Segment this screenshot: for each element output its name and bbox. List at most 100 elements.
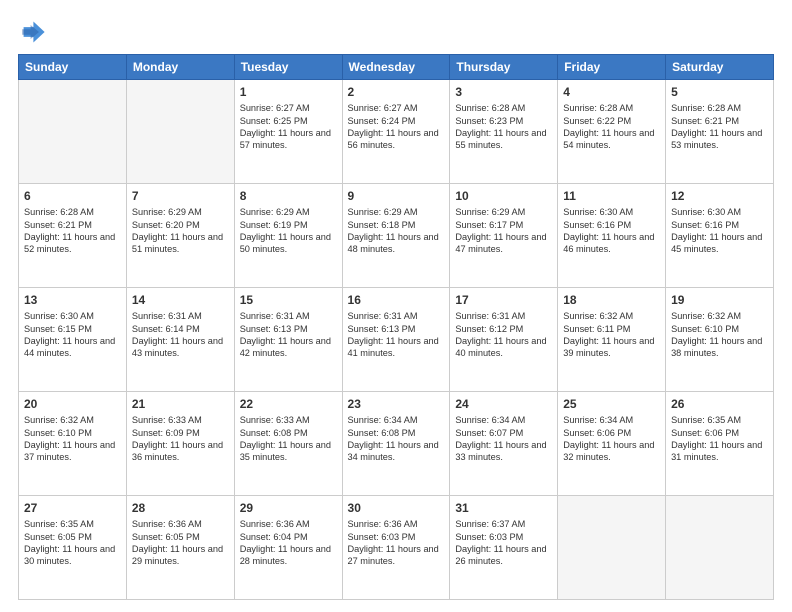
calendar-cell: 2 Sunrise: 6:27 AMSunset: 6:24 PMDaylight… xyxy=(342,80,450,184)
day-number: 19 xyxy=(671,292,768,308)
calendar-cell: 13 Sunrise: 6:30 AMSunset: 6:15 PMDayligh… xyxy=(19,288,127,392)
calendar-week-1: 1Sunrise: 6:27 AMSunset: 6:25 PMDaylight… xyxy=(19,80,774,184)
calendar-cell: 11 Sunrise: 6:30 AMSunset: 6:16 PMDayligh… xyxy=(558,184,666,288)
day-number: 16 xyxy=(348,292,445,308)
day-number: 26 xyxy=(671,396,768,412)
day-info: Sunrise: 6:29 AMSunset: 6:17 PMDaylight:… xyxy=(455,206,552,256)
day-number: 14 xyxy=(132,292,229,308)
day-info: Sunrise: 6:35 AMSunset: 6:06 PMDaylight:… xyxy=(671,414,768,464)
calendar-cell: 7 Sunrise: 6:29 AMSunset: 6:20 PMDaylight… xyxy=(126,184,234,288)
calendar-cell xyxy=(126,80,234,184)
calendar-week-2: 6 Sunrise: 6:28 AMSunset: 6:21 PMDaylight… xyxy=(19,184,774,288)
day-info: Sunrise: 6:35 AMSunset: 6:05 PMDaylight:… xyxy=(24,518,121,568)
day-info: Sunrise: 6:30 AMSunset: 6:15 PMDaylight:… xyxy=(24,310,121,360)
day-info: Sunrise: 6:34 AMSunset: 6:06 PMDaylight:… xyxy=(563,414,660,464)
day-info: Sunrise: 6:29 AMSunset: 6:20 PMDaylight:… xyxy=(132,206,229,256)
weekday-header-thursday: Thursday xyxy=(450,55,558,80)
day-info: Sunrise: 6:31 AMSunset: 6:13 PMDaylight:… xyxy=(240,310,337,360)
day-number: 6 xyxy=(24,188,121,204)
day-number: 29 xyxy=(240,500,337,516)
day-info: Sunrise: 6:31 AMSunset: 6:12 PMDaylight:… xyxy=(455,310,552,360)
calendar-week-5: 27 Sunrise: 6:35 AMSunset: 6:05 PMDayligh… xyxy=(19,496,774,600)
day-info: Sunrise: 6:30 AMSunset: 6:16 PMDaylight:… xyxy=(671,206,768,256)
calendar-cell: 31 Sunrise: 6:37 AMSunset: 6:03 PMDayligh… xyxy=(450,496,558,600)
logo xyxy=(18,18,50,46)
day-info: Sunrise: 6:36 AMSunset: 6:05 PMDaylight:… xyxy=(132,518,229,568)
calendar-cell: 27 Sunrise: 6:35 AMSunset: 6:05 PMDayligh… xyxy=(19,496,127,600)
calendar-cell: 18 Sunrise: 6:32 AMSunset: 6:11 PMDayligh… xyxy=(558,288,666,392)
day-info: Sunrise: 6:28 AMSunset: 6:21 PMDaylight:… xyxy=(24,206,121,256)
day-number: 13 xyxy=(24,292,121,308)
day-number: 8 xyxy=(240,188,337,204)
day-number: 1 xyxy=(240,84,337,100)
day-number: 25 xyxy=(563,396,660,412)
day-info: Sunrise: 6:30 AMSunset: 6:16 PMDaylight:… xyxy=(563,206,660,256)
calendar-cell: 29 Sunrise: 6:36 AMSunset: 6:04 PMDayligh… xyxy=(234,496,342,600)
day-number: 18 xyxy=(563,292,660,308)
calendar-week-4: 20Sunrise: 6:32 AMSunset: 6:10 PMDayligh… xyxy=(19,392,774,496)
calendar-cell: 22 Sunrise: 6:33 AMSunset: 6:08 PMDayligh… xyxy=(234,392,342,496)
day-number: 23 xyxy=(348,396,445,412)
day-number: 17 xyxy=(455,292,552,308)
weekday-header-row: SundayMondayTuesdayWednesdayThursdayFrid… xyxy=(19,55,774,80)
day-info: Sunrise: 6:28 AMSunset: 6:22 PMDaylight:… xyxy=(563,102,660,152)
day-number: 24 xyxy=(455,396,552,412)
calendar-cell xyxy=(666,496,774,600)
calendar-cell: 3 Sunrise: 6:28 AMSunset: 6:23 PMDaylight… xyxy=(450,80,558,184)
day-number: 20 xyxy=(24,396,121,412)
day-info: Sunrise: 6:31 AMSunset: 6:13 PMDaylight:… xyxy=(348,310,445,360)
day-info: Sunrise: 6:28 AMSunset: 6:23 PMDaylight:… xyxy=(455,102,552,152)
logo-icon xyxy=(18,18,46,46)
weekday-header-friday: Friday xyxy=(558,55,666,80)
day-number: 11 xyxy=(563,188,660,204)
weekday-header-wednesday: Wednesday xyxy=(342,55,450,80)
calendar-cell: 14 Sunrise: 6:31 AMSunset: 6:14 PMDayligh… xyxy=(126,288,234,392)
day-info: Sunrise: 6:33 AMSunset: 6:08 PMDaylight:… xyxy=(240,414,337,464)
day-info: Sunrise: 6:34 AMSunset: 6:07 PMDaylight:… xyxy=(455,414,552,464)
calendar-cell: 6 Sunrise: 6:28 AMSunset: 6:21 PMDaylight… xyxy=(19,184,127,288)
day-info: Sunrise: 6:29 AMSunset: 6:18 PMDaylight:… xyxy=(348,206,445,256)
day-number: 31 xyxy=(455,500,552,516)
weekday-header-sunday: Sunday xyxy=(19,55,127,80)
calendar-cell: 21 Sunrise: 6:33 AMSunset: 6:09 PMDayligh… xyxy=(126,392,234,496)
day-info: Sunrise: 6:31 AMSunset: 6:14 PMDaylight:… xyxy=(132,310,229,360)
day-number: 7 xyxy=(132,188,229,204)
day-number: 2 xyxy=(348,84,445,100)
day-info: Sunrise: 6:32 AMSunset: 6:10 PMDaylight:… xyxy=(671,310,768,360)
day-info: Sunrise: 6:29 AMSunset: 6:19 PMDaylight:… xyxy=(240,206,337,256)
calendar-cell: 26 Sunrise: 6:35 AMSunset: 6:06 PMDayligh… xyxy=(666,392,774,496)
calendar-table: SundayMondayTuesdayWednesdayThursdayFrid… xyxy=(18,54,774,600)
calendar-cell: 1Sunrise: 6:27 AMSunset: 6:25 PMDaylight… xyxy=(234,80,342,184)
calendar-cell: 28Sunrise: 6:36 AMSunset: 6:05 PMDayligh… xyxy=(126,496,234,600)
calendar-cell: 25 Sunrise: 6:34 AMSunset: 6:06 PMDayligh… xyxy=(558,392,666,496)
calendar-cell: 4 Sunrise: 6:28 AMSunset: 6:22 PMDaylight… xyxy=(558,80,666,184)
day-info: Sunrise: 6:27 AMSunset: 6:24 PMDaylight:… xyxy=(348,102,445,152)
calendar-cell: 12 Sunrise: 6:30 AMSunset: 6:16 PMDayligh… xyxy=(666,184,774,288)
day-number: 21 xyxy=(132,396,229,412)
calendar-cell: 15 Sunrise: 6:31 AMSunset: 6:13 PMDayligh… xyxy=(234,288,342,392)
page: SundayMondayTuesdayWednesdayThursdayFrid… xyxy=(0,0,792,612)
calendar-cell: 16 Sunrise: 6:31 AMSunset: 6:13 PMDayligh… xyxy=(342,288,450,392)
day-info: Sunrise: 6:32 AMSunset: 6:11 PMDaylight:… xyxy=(563,310,660,360)
day-number: 4 xyxy=(563,84,660,100)
day-number: 5 xyxy=(671,84,768,100)
day-number: 22 xyxy=(240,396,337,412)
calendar-week-3: 13 Sunrise: 6:30 AMSunset: 6:15 PMDayligh… xyxy=(19,288,774,392)
calendar-cell: 5Sunrise: 6:28 AMSunset: 6:21 PMDaylight… xyxy=(666,80,774,184)
day-info: Sunrise: 6:37 AMSunset: 6:03 PMDaylight:… xyxy=(455,518,552,568)
day-number: 9 xyxy=(348,188,445,204)
calendar-cell xyxy=(558,496,666,600)
day-number: 12 xyxy=(671,188,768,204)
day-info: Sunrise: 6:33 AMSunset: 6:09 PMDaylight:… xyxy=(132,414,229,464)
day-number: 27 xyxy=(24,500,121,516)
calendar-cell: 24 Sunrise: 6:34 AMSunset: 6:07 PMDayligh… xyxy=(450,392,558,496)
day-info: Sunrise: 6:36 AMSunset: 6:04 PMDaylight:… xyxy=(240,518,337,568)
day-number: 3 xyxy=(455,84,552,100)
calendar-cell: 9 Sunrise: 6:29 AMSunset: 6:18 PMDaylight… xyxy=(342,184,450,288)
calendar-cell: 30Sunrise: 6:36 AMSunset: 6:03 PMDayligh… xyxy=(342,496,450,600)
day-number: 15 xyxy=(240,292,337,308)
calendar-cell: 17 Sunrise: 6:31 AMSunset: 6:12 PMDayligh… xyxy=(450,288,558,392)
day-number: 10 xyxy=(455,188,552,204)
calendar-cell: 19 Sunrise: 6:32 AMSunset: 6:10 PMDayligh… xyxy=(666,288,774,392)
header xyxy=(18,18,774,46)
